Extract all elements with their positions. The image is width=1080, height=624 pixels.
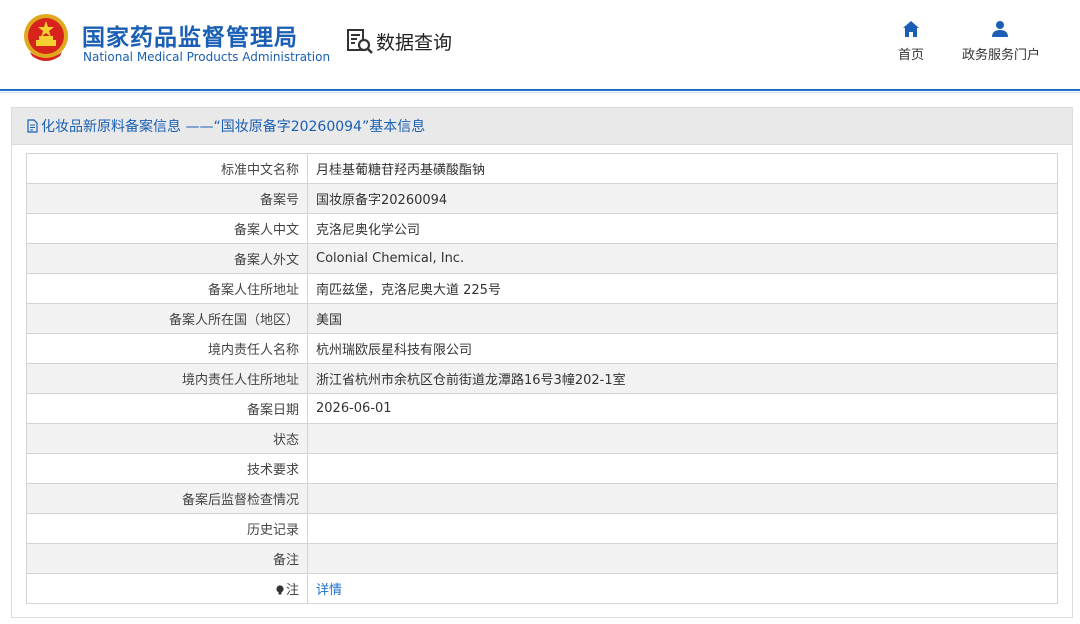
row-value: 克洛尼奥化学公司 bbox=[307, 213, 1058, 244]
home-icon bbox=[903, 21, 919, 37]
record-info-table: 标准中文名称 月桂基葡糖苷羟丙基磺酸酯钠 备案号 国妆原备字20260094 备案人… bbox=[26, 153, 1058, 604]
row-label: 历史记录 bbox=[26, 513, 308, 544]
row-label: 备案号 bbox=[26, 183, 308, 214]
table-row: 备案人所在国（地区） 美国 bbox=[26, 303, 1058, 334]
header-divider-light bbox=[0, 92, 1080, 93]
table-row: 备案人住所地址 南匹兹堡，克洛尼奥大道 225号 bbox=[26, 273, 1058, 304]
nav-home-label: 首页 bbox=[898, 48, 925, 63]
user-icon bbox=[992, 21, 1008, 37]
row-label: 备案后监督检查情况 bbox=[26, 483, 308, 514]
data-query-link[interactable]: 数据查询 bbox=[346, 27, 452, 55]
panel-title-text: 化妆品新原料备案信息 ——“国妆原备字20260094”基本信息 bbox=[41, 119, 426, 135]
table-row: 境内责任人住所地址 浙江省杭州市余杭区仓前街道龙潭路16号3幢202-1室 bbox=[26, 363, 1058, 394]
table-row: 技术要求 bbox=[26, 453, 1058, 484]
row-label: 境内责任人住所地址 bbox=[26, 363, 308, 394]
table-row: 备案号 国妆原备字20260094 bbox=[26, 183, 1058, 214]
lightbulb-icon bbox=[276, 585, 284, 595]
row-value: 国妆原备字20260094 bbox=[307, 183, 1058, 214]
table-row: 标准中文名称 月桂基葡糖苷羟丙基磺酸酯钠 bbox=[26, 153, 1058, 184]
table-row: 状态 bbox=[26, 423, 1058, 454]
table-row: 历史记录 bbox=[26, 513, 1058, 544]
agency-title-cn: 国家药品监督管理局 bbox=[82, 25, 298, 51]
document-icon bbox=[27, 119, 38, 133]
row-label: 境内责任人名称 bbox=[26, 333, 308, 364]
table-row: 备案后监督检查情况 bbox=[26, 483, 1058, 514]
table-row: 境内责任人名称 杭州瑞欧辰星科技有限公司 bbox=[26, 333, 1058, 364]
agency-title-en: National Medical Products Administration bbox=[83, 50, 331, 64]
table-row: 备案人中文 克洛尼奥化学公司 bbox=[26, 213, 1058, 244]
row-label: 备注 bbox=[26, 543, 308, 574]
note-value-cell: 详情 bbox=[307, 573, 1058, 604]
row-value: 南匹兹堡，克洛尼奥大道 225号 bbox=[307, 273, 1058, 304]
row-value bbox=[307, 453, 1058, 484]
row-value bbox=[307, 513, 1058, 544]
row-value: 月桂基葡糖苷羟丙基磺酸酯钠 bbox=[307, 153, 1058, 184]
row-value: Colonial Chemical, Inc. bbox=[307, 243, 1058, 274]
row-label: 备案人外文 bbox=[26, 243, 308, 274]
row-label: 标准中文名称 bbox=[26, 153, 308, 184]
table-row: 备案日期 2026-06-01 bbox=[26, 393, 1058, 424]
nav-service-portal-label: 政务服务门户 bbox=[962, 48, 1041, 63]
header-divider bbox=[0, 89, 1080, 91]
record-panel: 化妆品新原料备案信息 ——“国妆原备字20260094”基本信息 标准中文名称月… bbox=[11, 107, 1073, 618]
row-label: 备案日期 bbox=[26, 393, 308, 424]
table-row: 备注 bbox=[26, 543, 1058, 574]
note-row: 注 详情 bbox=[26, 573, 1058, 604]
row-label: 备案人住所地址 bbox=[26, 273, 308, 304]
nav-service-portal[interactable]: 政务服务门户 bbox=[962, 20, 1041, 63]
note-label: 注 bbox=[285, 583, 299, 598]
document-search-icon bbox=[347, 29, 373, 54]
details-link[interactable]: 详情 bbox=[316, 583, 342, 598]
row-label: 状态 bbox=[26, 423, 308, 454]
site-header: 国家药品监督管理局 National Medical Products Admi… bbox=[0, 0, 1080, 93]
row-label: 备案人所在国（地区） bbox=[26, 303, 308, 334]
row-value bbox=[307, 543, 1058, 574]
row-value bbox=[307, 483, 1058, 514]
row-label: 备案人中文 bbox=[26, 213, 308, 244]
row-value: 浙江省杭州市余杭区仓前街道龙潭路16号3幢202-1室 bbox=[307, 363, 1058, 394]
row-value: 杭州瑞欧辰星科技有限公司 bbox=[307, 333, 1058, 364]
row-value: 美国 bbox=[307, 303, 1058, 334]
note-label-cell: 注 bbox=[26, 573, 308, 604]
panel-title: 化妆品新原料备案信息 ——“国妆原备字20260094”基本信息 bbox=[12, 108, 1072, 145]
table-row: 备案人外文 Colonial Chemical, Inc. bbox=[26, 243, 1058, 274]
row-label: 技术要求 bbox=[26, 453, 308, 484]
data-query-label: 数据查询 bbox=[376, 31, 453, 54]
nav-home[interactable]: 首页 bbox=[898, 20, 924, 63]
row-value: 2026-06-01 bbox=[307, 393, 1058, 424]
row-value bbox=[307, 423, 1058, 454]
national-emblem-icon bbox=[24, 14, 68, 61]
